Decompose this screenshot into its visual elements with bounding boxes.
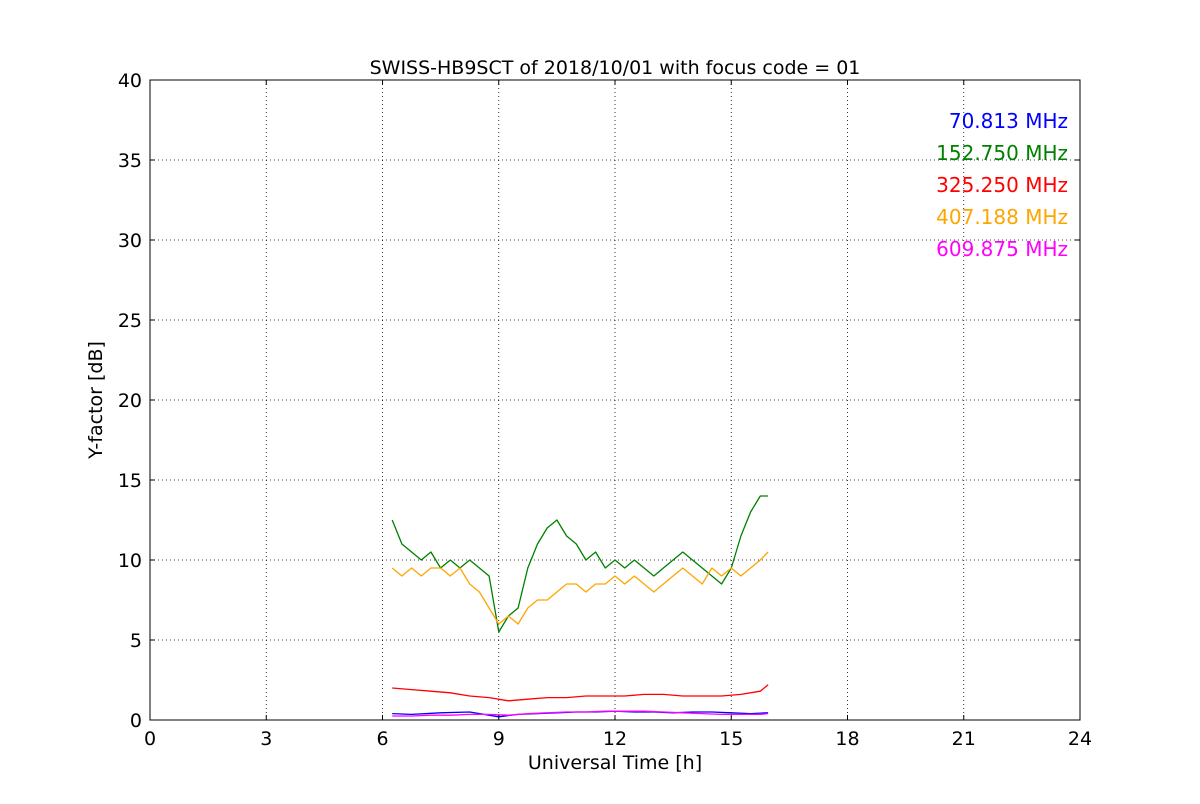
- y-tick-label: 40: [118, 70, 142, 92]
- x-tick-label: 15: [719, 728, 743, 750]
- legend-entry: 407.188 MHz: [936, 205, 1068, 229]
- x-axis-label: Universal Time [h]: [528, 752, 702, 774]
- legend-entry: 325.250 MHz: [936, 173, 1068, 197]
- x-tick-label: 6: [376, 728, 388, 750]
- y-tick-label: 0: [130, 710, 142, 732]
- chart: 0 3 6 9 12 15 18 21 24 0 5 10 15 20 25 30 35 40 70.813 MH…: [0, 0, 1200, 800]
- x-tick-label: 12: [603, 728, 627, 750]
- x-tick-label: 3: [260, 728, 272, 750]
- x-tick-label: 24: [1068, 728, 1092, 750]
- chart-svg: 0 3 6 9 12 15 18 21 24 0 5 10 15 20 25 30 35 40 70.813 MH…: [0, 0, 1200, 800]
- legend-entry: 70.813 MHz: [949, 109, 1068, 133]
- y-tick-label: 25: [118, 310, 142, 332]
- y-tick-label: 5: [130, 630, 142, 652]
- y-tick-label: 10: [118, 550, 142, 572]
- y-axis-label: Y-factor [dB]: [85, 341, 107, 460]
- x-tick-label: 0: [144, 728, 156, 750]
- y-tick-label: 30: [118, 230, 142, 252]
- x-tick-label: 18: [835, 728, 859, 750]
- x-tick-label: 21: [952, 728, 976, 750]
- x-tick-label: 9: [493, 728, 505, 750]
- y-tick-label: 35: [118, 150, 142, 172]
- legend-entry: 609.875 MHz: [936, 237, 1068, 261]
- y-tick-label: 15: [118, 470, 142, 492]
- legend-entry: 152.750 MHz: [936, 141, 1068, 165]
- y-tick-label: 20: [118, 390, 142, 412]
- legend: 70.813 MHz 152.750 MHz 325.250 MHz 407.188 …: [936, 109, 1068, 261]
- chart-title: SWISS-HB9SCT of 2018/10/01 with focus co…: [370, 57, 861, 79]
